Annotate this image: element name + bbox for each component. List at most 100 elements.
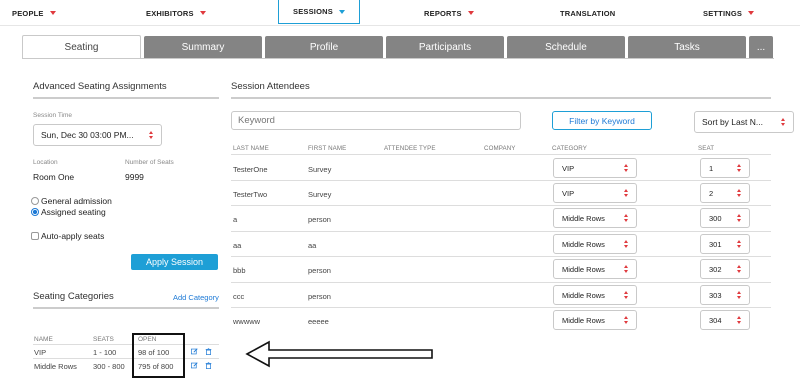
select-arrows-icon	[624, 265, 629, 273]
filter-by-keyword-button[interactable]: Filter by Keyword	[552, 111, 652, 130]
category-select[interactable]: VIP	[553, 183, 637, 203]
row-divider	[231, 180, 771, 181]
seat-value: 1	[709, 163, 714, 173]
seat-value: 304	[709, 315, 722, 325]
seat-select[interactable]: 300	[700, 208, 750, 228]
seat-value: 300	[709, 213, 722, 223]
session-attendees-title: Session Attendees	[231, 81, 310, 92]
nav-sessions-label: SESSIONS	[293, 7, 333, 16]
nav-translation-label: TRANSLATION	[560, 8, 616, 18]
cell-first-name: Survey	[308, 190, 332, 199]
cell-first-name: person	[308, 292, 331, 301]
cat-row-divider	[33, 344, 219, 345]
radio-general-admission[interactable]: General admission	[31, 196, 112, 206]
header-attendee-type: ATTENDEE TYPE	[384, 145, 436, 152]
number-of-seats-value: 9999	[125, 172, 144, 182]
header-last-name: LAST NAME	[233, 145, 269, 152]
seat-select[interactable]: 304	[700, 310, 750, 330]
category-select[interactable]: Middle Rows	[553, 208, 637, 228]
table-header-divider	[231, 154, 771, 155]
trash-icon[interactable]	[205, 348, 212, 355]
nav-people[interactable]: PEOPLE	[12, 0, 56, 26]
radio-assigned-label: Assigned seating	[41, 207, 106, 217]
tab-schedule[interactable]: Schedule	[507, 36, 625, 58]
nav-settings[interactable]: SETTINGS	[703, 0, 755, 26]
tab-profile[interactable]: Profile	[265, 36, 383, 58]
radio-assigned-seating[interactable]: Assigned seating	[31, 207, 106, 217]
nav-sessions[interactable]: SESSIONS	[278, 0, 360, 24]
edit-icon[interactable]	[191, 348, 198, 355]
apply-session-button[interactable]: Apply Session	[131, 254, 218, 270]
nav-people-label: PEOPLE	[12, 8, 44, 18]
sort-select-value: Sort by Last N...	[702, 117, 763, 127]
seating-categories-title: Seating Categories	[33, 291, 114, 302]
cat-name-middle-rows: Middle Rows	[34, 362, 77, 371]
header-category: CATEGORY	[552, 145, 587, 152]
category-value: Middle Rows	[562, 290, 605, 300]
category-select[interactable]: Middle Rows	[553, 259, 637, 279]
category-select[interactable]: Middle Rows	[553, 285, 637, 305]
tab-more[interactable]: ...	[749, 36, 773, 58]
seat-select[interactable]: 2	[700, 183, 750, 203]
header-first-name: FIRST NAME	[308, 145, 347, 152]
row-divider	[231, 307, 771, 308]
tab-summary[interactable]: Summary	[144, 36, 262, 58]
select-arrows-icon	[149, 131, 154, 139]
category-select[interactable]: VIP	[553, 158, 637, 178]
row-divider	[231, 205, 771, 206]
cell-last-name: TesterOne	[233, 165, 268, 174]
nav-exhibitors-label: EXHIBITORS	[146, 8, 194, 18]
chevron-down-icon	[49, 11, 56, 15]
open-column-highlight	[132, 333, 185, 378]
select-arrows-icon	[624, 214, 629, 222]
tab-participants[interactable]: Participants	[386, 36, 504, 58]
seat-value: 303	[709, 290, 722, 300]
seat-select[interactable]: 302	[700, 259, 750, 279]
chevron-down-icon	[199, 11, 206, 15]
trash-icon[interactable]	[205, 362, 212, 369]
nav-exhibitors[interactable]: EXHIBITORS	[146, 0, 206, 26]
nav-reports-label: REPORTS	[424, 8, 462, 18]
seat-select[interactable]: 301	[700, 234, 750, 254]
cat-seats-middle-rows: 300 - 800	[93, 362, 125, 371]
select-arrows-icon	[781, 118, 786, 126]
auto-apply-label: Auto-apply seats	[41, 231, 105, 241]
seat-select[interactable]: 303	[700, 285, 750, 305]
checkbox-icon	[31, 232, 39, 240]
location-value: Room One	[33, 172, 75, 182]
category-select[interactable]: Middle Rows	[553, 310, 637, 330]
cell-last-name: ccc	[233, 292, 245, 301]
tab-tasks[interactable]: Tasks	[628, 36, 746, 58]
add-category-link[interactable]: Add Category	[173, 293, 219, 302]
cat-seats-vip: 1 - 100	[93, 348, 117, 357]
category-select[interactable]: Middle Rows	[553, 234, 637, 254]
seat-value: 301	[709, 239, 722, 249]
select-arrows-icon	[624, 291, 629, 299]
nav-translation[interactable]: TRANSLATION	[560, 0, 615, 26]
category-value: VIP	[562, 188, 575, 198]
row-divider	[231, 231, 771, 232]
auto-apply-checkbox[interactable]: Auto-apply seats	[31, 231, 104, 241]
sort-select[interactable]: Sort by Last N...	[694, 111, 794, 133]
radio-general-label: General admission	[41, 196, 112, 206]
cell-last-name: aa	[233, 241, 242, 250]
category-value: Middle Rows	[562, 264, 605, 274]
tab-seating[interactable]: Seating	[22, 35, 141, 59]
nav-reports[interactable]: REPORTS	[424, 0, 474, 26]
chevron-down-icon	[748, 11, 755, 15]
select-arrows-icon	[737, 240, 742, 248]
radio-selected-icon	[31, 208, 39, 216]
left-arrow-outline-icon	[245, 340, 433, 368]
session-time-select[interactable]: Sun, Dec 30 03:00 PM...	[33, 124, 162, 146]
cell-first-name: person	[308, 266, 331, 275]
select-arrows-icon	[624, 316, 629, 324]
keyword-input[interactable]	[231, 111, 521, 130]
seat-select[interactable]: 1	[700, 158, 750, 178]
select-arrows-icon	[624, 240, 629, 248]
chevron-down-icon	[467, 11, 474, 15]
edit-icon[interactable]	[191, 362, 198, 369]
header-company: COMPANY	[484, 145, 516, 152]
row-divider	[231, 282, 771, 283]
category-value: VIP	[562, 163, 575, 173]
select-arrows-icon	[737, 214, 742, 222]
